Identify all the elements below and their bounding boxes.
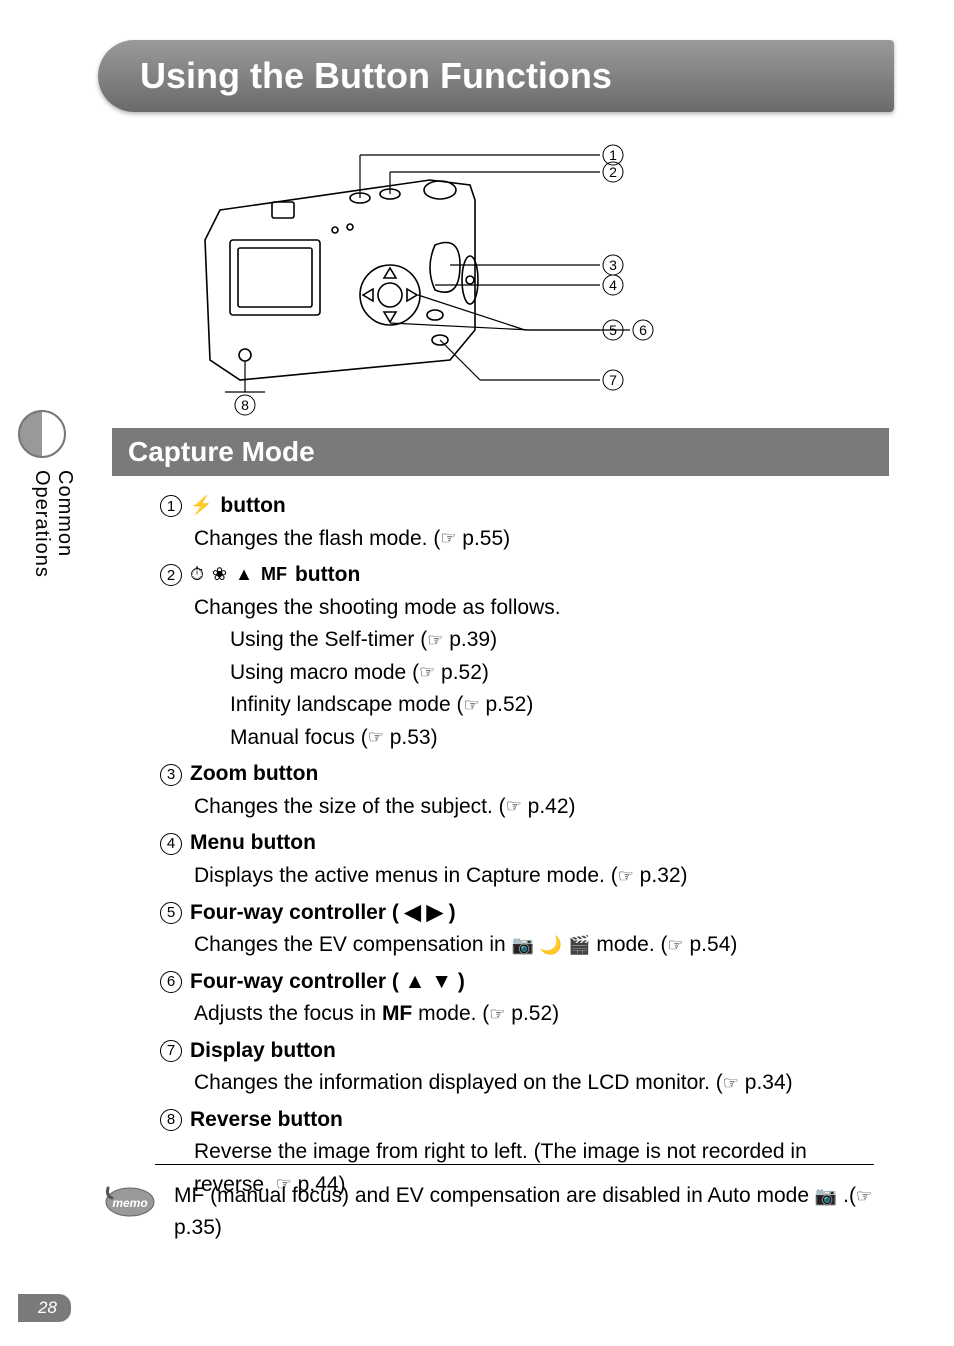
reference-icon: ☞	[668, 932, 684, 960]
camera-mode-icon: 📷	[512, 932, 534, 960]
reference-icon: ☞	[618, 863, 634, 891]
item-number: 1	[160, 495, 182, 517]
memo-text: MF (manual focus) and EV compensation ar…	[174, 1178, 874, 1243]
memo-block: memo MF (manual focus) and EV compensati…	[100, 1178, 874, 1243]
callout-2: 2	[609, 164, 617, 180]
page-number: 28	[18, 1294, 71, 1322]
reference-icon: ☞	[440, 525, 456, 553]
item-heading: Display button	[190, 1035, 336, 1068]
item-number: 7	[160, 1040, 182, 1062]
item-3: 3 Zoom button Changes the size of the su…	[160, 758, 884, 823]
item-heading: Reverse button	[190, 1104, 343, 1137]
item-number: 8	[160, 1109, 182, 1131]
item-heading: Menu button	[190, 827, 316, 860]
reference-icon: ☞	[489, 1001, 505, 1029]
night-mode-icon: 🌙	[540, 932, 562, 960]
reference-icon: ☞	[463, 692, 479, 720]
page-title: Using the Button Functions	[140, 55, 612, 97]
camera-auto-icon: 📷	[815, 1183, 837, 1210]
item-number: 3	[160, 764, 182, 786]
mf-icon: MF	[261, 561, 287, 589]
item-desc: Changes the EV compensation in 📷 🌙 🎬 mod…	[160, 929, 884, 962]
content-list: 1 ⚡ button Changes the flash mode. (☞ p.…	[160, 490, 884, 1205]
mf-icon: MF	[382, 1002, 412, 1025]
callout-4: 4	[609, 277, 617, 293]
item-desc: Displays the active menus in Capture mod…	[160, 860, 884, 893]
item-number: 6	[160, 971, 182, 993]
item-desc: Changes the flash mode. (☞ p.55)	[160, 523, 884, 556]
item-desc: Changes the information displayed on the…	[160, 1067, 884, 1100]
callout-6: 6	[639, 322, 647, 338]
item-heading: button	[220, 490, 285, 523]
item-heading: Zoom button	[190, 758, 318, 791]
item-5: 5 Four-way controller ( ◀ ▶ ) Changes th…	[160, 897, 884, 962]
camera-diagram: 1 2 3 4 5 6 7 8	[130, 130, 830, 420]
item-desc: Changes the shooting mode as follows.	[160, 592, 884, 625]
section-heading: Capture Mode	[128, 436, 315, 468]
reference-icon: ☞	[856, 1183, 872, 1210]
item-number: 4	[160, 833, 182, 855]
movie-mode-icon: 🎬	[568, 932, 590, 960]
page-title-bar: Using the Button Functions	[98, 40, 894, 112]
item-subline: Manual focus (☞ p.53)	[160, 722, 884, 755]
macro-icon: ❀	[212, 561, 227, 589]
item-7: 7 Display button Changes the information…	[160, 1035, 884, 1100]
item-subline: Using the Self-timer (☞ p.39)	[160, 624, 884, 657]
callout-3: 3	[609, 257, 617, 273]
side-tab-label: Common Operations	[30, 470, 76, 670]
reference-icon: ☞	[723, 1070, 739, 1098]
memo-icon: memo	[100, 1178, 156, 1243]
item-2: 2 ⏱ ❀ ▲ MF button Changes the shooting m…	[160, 559, 884, 754]
item-4: 4 Menu button Displays the active menus …	[160, 827, 884, 892]
reference-icon: ☞	[427, 627, 443, 655]
reference-icon: ☞	[368, 724, 384, 752]
callout-5: 5	[609, 322, 617, 338]
callout-8: 8	[241, 397, 249, 413]
timer-icon: ⏱	[190, 561, 204, 589]
item-6: 6 Four-way controller ( ▲ ▼ ) Adjusts th…	[160, 966, 884, 1031]
item-number: 2	[160, 564, 182, 586]
mountain-icon: ▲	[235, 561, 253, 589]
item-desc: Adjusts the focus in MF mode. (☞ p.52)	[160, 998, 884, 1031]
flash-icon: ⚡	[190, 492, 212, 520]
memo-divider	[155, 1164, 874, 1165]
item-desc: Changes the size of the subject. (☞ p.42…	[160, 791, 884, 824]
reference-icon: ☞	[506, 793, 522, 821]
reference-icon: ☞	[419, 659, 435, 687]
item-1: 1 ⚡ button Changes the flash mode. (☞ p.…	[160, 490, 884, 555]
section-heading-bar: Capture Mode	[112, 428, 889, 476]
item-heading: Four-way controller ( ◀ ▶ )	[190, 897, 456, 930]
side-tab-indicator-icon	[18, 410, 66, 458]
callout-1: 1	[609, 147, 617, 163]
item-heading: Four-way controller ( ▲ ▼ )	[190, 966, 465, 999]
side-tab: Common Operations	[0, 410, 60, 670]
item-subline: Using macro mode (☞ p.52)	[160, 657, 884, 690]
svg-text:memo: memo	[112, 1196, 147, 1210]
item-subline: Infinity landscape mode (☞ p.52)	[160, 689, 884, 722]
item-heading: button	[295, 559, 360, 592]
item-number: 5	[160, 902, 182, 924]
callout-7: 7	[609, 372, 617, 388]
